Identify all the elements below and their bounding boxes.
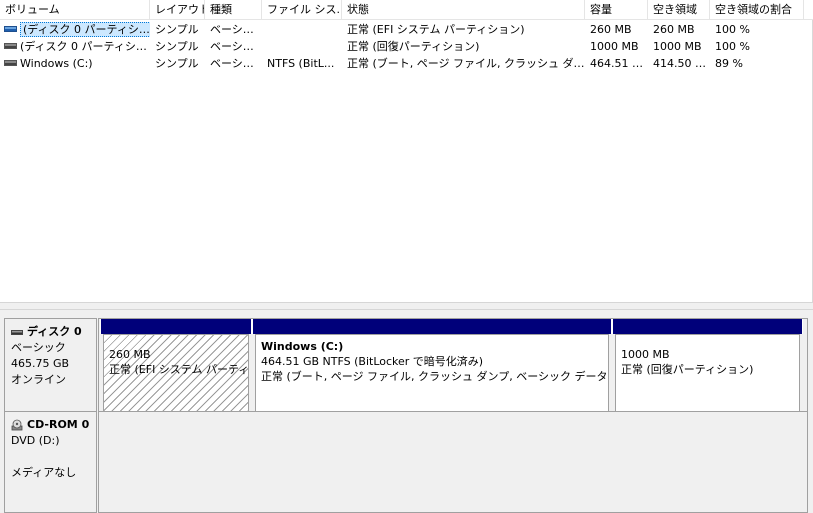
partition-bar — [252, 319, 612, 334]
col-type[interactable]: 種類 — [205, 0, 262, 20]
partition-recovery[interactable]: 1000 MB 正常 (回復パーティション) — [612, 319, 803, 415]
fs-cell: NTFS (BitL... — [267, 57, 335, 70]
volume-icon — [4, 60, 17, 66]
capacity-cell: 260 MB — [590, 23, 632, 36]
col-filesystem[interactable]: ファイル シス... — [262, 0, 342, 20]
table-row[interactable]: Windows (C:) シンプル ベーシック NTFS (BitL... 正常… — [0, 55, 813, 72]
column-header: ボリューム レイアウト 種類 ファイル シス... 状態 容量 空き領域 空き領… — [0, 0, 813, 20]
col-status[interactable]: 状態 — [342, 0, 585, 20]
percent-cell: 100 % — [715, 23, 750, 36]
partition-windows-c[interactable]: Windows (C:) 464.51 GB NTFS (BitLocker で… — [252, 319, 612, 415]
layout-cell: シンプル — [155, 40, 199, 53]
layout-cell: シンプル — [155, 57, 199, 70]
volume-name: (ディスク 0 パーティション 1) — [20, 22, 150, 37]
cdrom-0-title: CD-ROM 0 — [27, 418, 90, 431]
free-cell: 260 MB — [653, 23, 695, 36]
disk-0-type: ベーシック — [11, 341, 66, 354]
partition-size: 260 MB — [109, 348, 151, 361]
volume-icon — [4, 26, 17, 32]
col-layout[interactable]: レイアウト — [150, 0, 205, 20]
disk-0-size: 465.75 GB — [11, 357, 70, 370]
col-capacity[interactable]: 容量 — [585, 0, 648, 20]
pane-splitter[interactable] — [0, 302, 813, 310]
table-row[interactable]: (ディスク 0 パーティション 1) シンプル ベーシック 正常 (EFI シス… — [0, 21, 813, 38]
partition-status: 正常 (回復パーティション) — [621, 363, 754, 376]
type-cell: ベーシック — [210, 57, 262, 70]
cdrom-0-label[interactable]: CD-ROM 0 DVD (D:) メディアなし — [4, 411, 97, 513]
layout-cell: シンプル — [155, 23, 199, 36]
partition-title: Windows (C:) — [261, 340, 344, 353]
col-free-percent[interactable]: 空き領域の割合 — [710, 0, 804, 20]
disk-0-label[interactable]: ディスク 0 ベーシック 465.75 GB オンライン — [4, 318, 97, 416]
col-volume[interactable]: ボリューム — [0, 0, 150, 20]
partition-size: 1000 MB — [621, 348, 670, 361]
percent-cell: 100 % — [715, 40, 750, 53]
volume-name: (ディスク 0 パーティション 4) — [20, 40, 150, 53]
cdrom-0-body — [98, 411, 808, 513]
disk-icon — [11, 329, 23, 335]
disk-0-title: ディスク 0 — [27, 325, 82, 338]
cdrom-0-media: メディアなし — [11, 466, 77, 479]
partition-bar — [612, 319, 803, 334]
fs-cell — [262, 21, 342, 38]
type-cell: ベーシック — [210, 40, 262, 53]
partition-status: 正常 (ブート, ページ ファイル, クラッシュ ダンプ, ベーシック データ … — [261, 370, 608, 383]
table-row[interactable]: (ディスク 0 パーティション 4) シンプル ベーシック 正常 (回復パーティ… — [0, 38, 813, 55]
partition-bar — [100, 319, 252, 334]
disk-0-partitions: 260 MB 正常 (EFI システム パーティション) Windows (C:… — [98, 318, 808, 416]
status-cell: 正常 (回復パーティション) — [347, 40, 480, 53]
partition-size: 464.51 GB NTFS (BitLocker で暗号化済み) — [261, 355, 484, 368]
disk-0-row: ディスク 0 ベーシック 465.75 GB オンライン 260 MB 正常 (… — [0, 318, 808, 416]
cdrom-0-row: CD-ROM 0 DVD (D:) メディアなし — [0, 411, 808, 513]
percent-cell: 89 % — [715, 57, 743, 70]
free-cell: 414.50 GB — [653, 57, 710, 70]
fs-cell — [262, 38, 342, 55]
cd-drive-icon — [11, 419, 23, 431]
cdrom-0-drive: DVD (D:) — [11, 434, 60, 447]
partition-efi[interactable]: 260 MB 正常 (EFI システム パーティション) — [100, 319, 252, 415]
capacity-cell: 464.51 GB — [590, 57, 648, 70]
col-free-space[interactable]: 空き領域 — [648, 0, 710, 20]
partition-status: 正常 (EFI システム パーティション) — [109, 363, 249, 376]
status-cell: 正常 (ブート, ページ ファイル, クラッシュ ダンプ, ベ... — [347, 57, 585, 70]
capacity-cell: 1000 MB — [590, 40, 639, 53]
volume-list[interactable]: ボリューム レイアウト 種類 ファイル シス... 状態 容量 空き領域 空き領… — [0, 0, 813, 302]
volume-name: Windows (C:) — [20, 57, 93, 70]
type-cell: ベーシック — [210, 23, 262, 36]
status-cell: 正常 (EFI システム パーティション) — [347, 23, 525, 36]
disk-0-state: オンライン — [11, 373, 66, 386]
free-cell: 1000 MB — [653, 40, 702, 53]
disk-graphical-view: ディスク 0 ベーシック 465.75 GB オンライン 260 MB 正常 (… — [0, 310, 813, 513]
volume-icon — [4, 43, 17, 49]
